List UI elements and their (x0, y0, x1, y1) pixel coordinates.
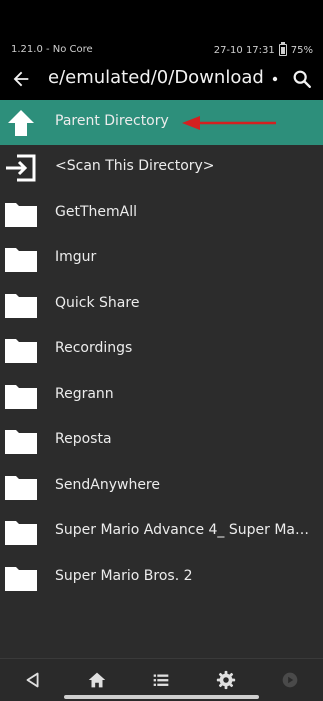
folder-icon (5, 521, 37, 545)
list-item-folder[interactable]: Regrann (0, 373, 323, 418)
circle-play-icon[interactable] (279, 669, 301, 691)
up-arrow-icon (8, 110, 34, 136)
list-item-label: Recordings (55, 340, 133, 356)
list-item-folder[interactable]: GetThemAll (0, 191, 323, 236)
list-item-scan-directory[interactable]: <Scan This Directory> (0, 145, 323, 190)
status-datetime: 27-10 17:31 (213, 44, 275, 56)
folder-icon (5, 567, 37, 591)
list-item-label: Super Mario Bros. 2 (55, 568, 193, 584)
list-item-folder[interactable]: Super Mario Advance 4_ Super Mario... (0, 509, 323, 554)
file-list: Parent Directory <Scan This Directory> G… (0, 100, 323, 658)
battery-percent: 75% (290, 44, 313, 56)
more-dot-icon[interactable] (271, 75, 279, 83)
list-item-label: GetThemAll (55, 204, 137, 220)
list-item-folder[interactable]: Super Mario Bros. 2 (0, 555, 323, 600)
list-item-label: SendAnywhere (55, 477, 160, 493)
folder-icon (5, 339, 37, 363)
list-item-folder[interactable]: Reposta (0, 418, 323, 463)
list-item-folder[interactable]: Recordings (0, 327, 323, 372)
folder-icon (5, 294, 37, 318)
list-item-label: Reposta (55, 431, 112, 447)
folder-icon (5, 476, 37, 500)
home-indicator[interactable] (64, 695, 259, 699)
status-right-group: 27-10 17:31 75% (213, 42, 313, 56)
toolbar: e/emulated/0/Download (0, 58, 323, 100)
search-icon[interactable] (291, 68, 313, 90)
list-item-label: Super Mario Advance 4_ Super Mario... (55, 522, 313, 538)
status-bar: 1.21.0 - No Core 27-10 17:31 75% (0, 0, 323, 58)
list-item-label: Quick Share (55, 295, 140, 311)
scan-enter-icon (6, 154, 36, 182)
folder-icon (5, 248, 37, 272)
path-title: e/emulated/0/Download (48, 67, 264, 88)
battery-icon (278, 42, 287, 56)
folder-icon (5, 203, 37, 227)
back-arrow-icon[interactable] (10, 68, 32, 90)
home-icon[interactable] (86, 669, 108, 691)
folder-icon (5, 385, 37, 409)
folder-icon (5, 430, 37, 454)
list-item-label: <Scan This Directory> (55, 158, 215, 174)
list-item-folder[interactable]: Imgur (0, 236, 323, 281)
list-item-label: Imgur (55, 249, 97, 265)
status-core-text: 1.21.0 - No Core (11, 44, 93, 55)
list-item-folder[interactable]: SendAnywhere (0, 464, 323, 509)
list-item-label: Regrann (55, 386, 114, 402)
annotation-arrow-icon (182, 116, 276, 130)
list-icon[interactable] (150, 669, 172, 691)
gear-icon[interactable] (215, 669, 237, 691)
list-item-folder[interactable]: Quick Share (0, 282, 323, 327)
triangle-back-icon[interactable] (22, 669, 44, 691)
